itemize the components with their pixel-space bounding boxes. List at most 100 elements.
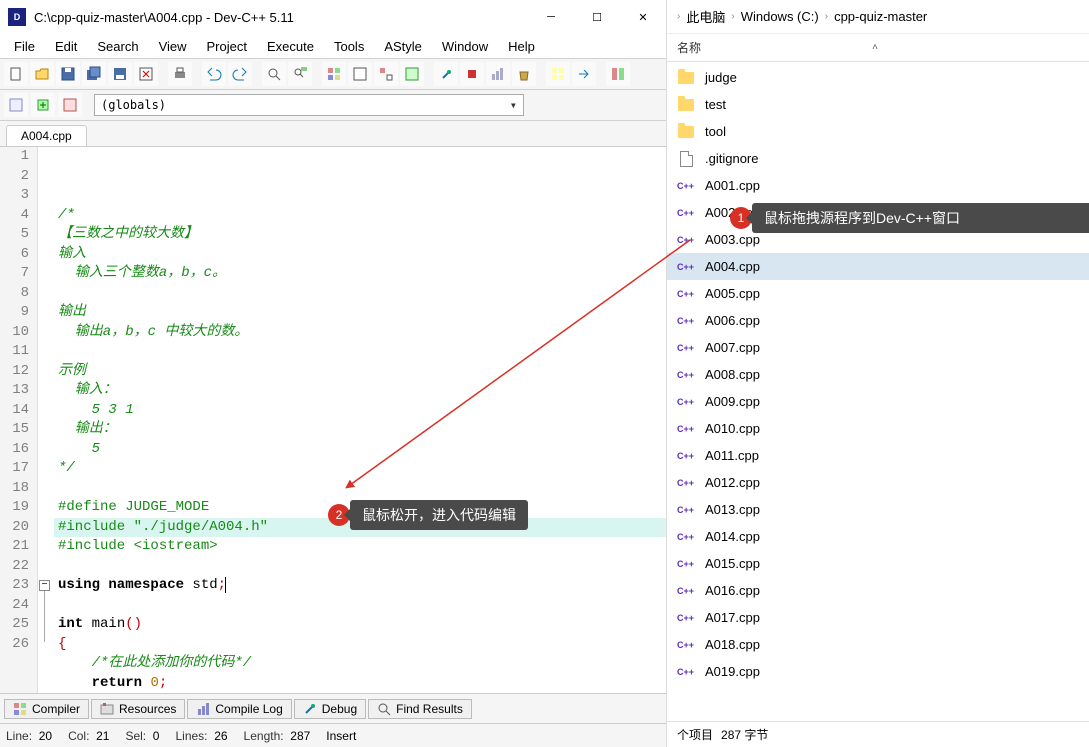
window-title: C:\cpp-quiz-master\A004.cpp - Dev-C++ 5.… (34, 10, 528, 25)
menu-tools[interactable]: Tools (324, 37, 374, 56)
list-item[interactable]: C++A018.cpp (667, 631, 1089, 658)
cpp-file-icon: C++ (677, 609, 695, 627)
list-item[interactable]: C++A016.cpp (667, 577, 1089, 604)
menu-project[interactable]: Project (197, 37, 257, 56)
compile-button[interactable] (322, 62, 346, 86)
file-name: A009.cpp (705, 394, 760, 409)
minimize-button[interactable]: ─ (528, 0, 574, 34)
list-item[interactable]: C++A009.cpp (667, 388, 1089, 415)
list-item[interactable]: C++A014.cpp (667, 523, 1089, 550)
list-item[interactable]: C++A019.cpp (667, 658, 1089, 685)
file-name: A019.cpp (705, 664, 760, 679)
list-item[interactable]: C++A005.cpp (667, 280, 1089, 307)
goto-button[interactable] (572, 62, 596, 86)
file-explorer: › 此电脑 › Windows (C:) › cpp-quiz-master 名… (667, 0, 1089, 747)
list-item[interactable]: judge (667, 64, 1089, 91)
file-name: A007.cpp (705, 340, 760, 355)
cpp-file-icon: C++ (677, 312, 695, 330)
file-name: A015.cpp (705, 556, 760, 571)
cpp-file-icon: C++ (677, 447, 695, 465)
menu-astyle[interactable]: AStyle (374, 37, 432, 56)
cpp-file-icon: C++ (677, 204, 695, 222)
cpp-file-icon: C++ (677, 528, 695, 546)
list-item[interactable]: C++A015.cpp (667, 550, 1089, 577)
code-area[interactable]: /* 【三数之中的较大数】 输入 输入三个整数a，b，c。 输出 输出a，b，c… (54, 147, 666, 693)
menu-edit[interactable]: Edit (45, 37, 87, 56)
list-item[interactable]: C++ A008.cpp (667, 361, 1089, 388)
new-class-button[interactable] (31, 93, 55, 117)
breadcrumb-item[interactable]: Windows (C:) (741, 9, 819, 24)
bookmark-button[interactable] (606, 62, 630, 86)
insert-button[interactable] (58, 93, 82, 117)
menu-window[interactable]: Window (432, 37, 498, 56)
file-name: A003.cpp (705, 232, 760, 247)
stop-button[interactable] (460, 62, 484, 86)
tab-compiler[interactable]: Compiler (4, 699, 89, 719)
run-button[interactable] (348, 62, 372, 86)
save-as-button[interactable] (108, 62, 132, 86)
replace-button[interactable] (288, 62, 312, 86)
file-list[interactable]: 1 鼠标拖拽源程序到Dev-C++窗口 judgetesttool.gitign… (667, 62, 1089, 721)
file-name: A008.cpp (705, 367, 760, 382)
list-item[interactable]: C++A013.cpp (667, 496, 1089, 523)
list-item[interactable]: C++A001.cpp (667, 172, 1089, 199)
breadcrumb-item[interactable]: 此电脑 (686, 7, 725, 26)
cpp-file-icon: C++ (677, 339, 695, 357)
tab-debug[interactable]: Debug (294, 699, 366, 719)
list-item[interactable]: tool (667, 118, 1089, 145)
open-button[interactable] (30, 62, 54, 86)
redo-button[interactable] (228, 62, 252, 86)
menu-view[interactable]: View (149, 37, 197, 56)
globals-combo[interactable]: (globals) (94, 94, 524, 116)
file-name: A017.cpp (705, 610, 760, 625)
close-button[interactable]: ✕ (620, 0, 666, 34)
print-button[interactable] (168, 62, 192, 86)
tab-resources[interactable]: Resources (91, 699, 185, 719)
find-button[interactable] (262, 62, 286, 86)
folder-icon (677, 69, 695, 87)
rebuild-button[interactable] (400, 62, 424, 86)
list-item[interactable]: C++ A007.cpp (667, 334, 1089, 361)
window-tile-button[interactable] (546, 62, 570, 86)
save-button[interactable] (56, 62, 80, 86)
file-name: A006.cpp (705, 313, 760, 328)
cpp-file-icon: C++ (677, 285, 695, 303)
file-name: A001.cpp (705, 178, 760, 193)
close-file-button[interactable] (134, 62, 158, 86)
save-all-button[interactable] (82, 62, 106, 86)
menu-file[interactable]: File (4, 37, 45, 56)
new-file-button[interactable] (4, 62, 28, 86)
app-icon: D (8, 8, 26, 26)
annotation-1: 1 鼠标拖拽源程序到Dev-C++窗口 (752, 203, 1089, 233)
tab-a004[interactable]: A004.cpp (6, 125, 87, 146)
menu-search[interactable]: Search (87, 37, 148, 56)
maximize-button[interactable]: ☐ (574, 0, 620, 34)
tab-find-results[interactable]: Find Results (368, 699, 472, 719)
list-item[interactable]: C++A004.cpp (667, 253, 1089, 280)
menu-execute[interactable]: Execute (257, 37, 324, 56)
list-item[interactable]: C++A012.cpp (667, 469, 1089, 496)
explorer-status: 个项目 287 字节 (667, 721, 1089, 747)
tab-compile-log[interactable]: Compile Log (187, 699, 291, 719)
list-item[interactable]: .gitignore (667, 145, 1089, 172)
back-button[interactable] (4, 93, 28, 117)
debug-button[interactable] (434, 62, 458, 86)
list-item[interactable]: C++A010.cpp (667, 415, 1089, 442)
status-bar: Line: 20 Col: 21 Sel: 0 Lines: 26 Length… (0, 723, 666, 747)
menu-help[interactable]: Help (498, 37, 545, 56)
undo-button[interactable] (202, 62, 226, 86)
profile-button[interactable] (486, 62, 510, 86)
column-header[interactable]: 名称 ˄ (667, 34, 1089, 62)
breadcrumb[interactable]: › 此电脑 › Windows (C:) › cpp-quiz-master (667, 0, 1089, 34)
class-toolbar: (globals) (0, 90, 666, 121)
cpp-file-icon: C++ (677, 366, 695, 384)
sort-caret-icon: ˄ (872, 42, 878, 53)
clean-button[interactable] (512, 62, 536, 86)
list-item[interactable]: C++A011.cpp (667, 442, 1089, 469)
compile-run-button[interactable] (374, 62, 398, 86)
list-item[interactable]: C++ A017.cpp (667, 604, 1089, 631)
breadcrumb-item[interactable]: cpp-quiz-master (834, 9, 927, 24)
list-item[interactable]: C++ A006.cpp (667, 307, 1089, 334)
list-item[interactable]: test (667, 91, 1089, 118)
code-editor[interactable]: 1 2 3 4 5 6 7 8 9 10 11 12 13 14 15 16 1… (0, 147, 666, 693)
